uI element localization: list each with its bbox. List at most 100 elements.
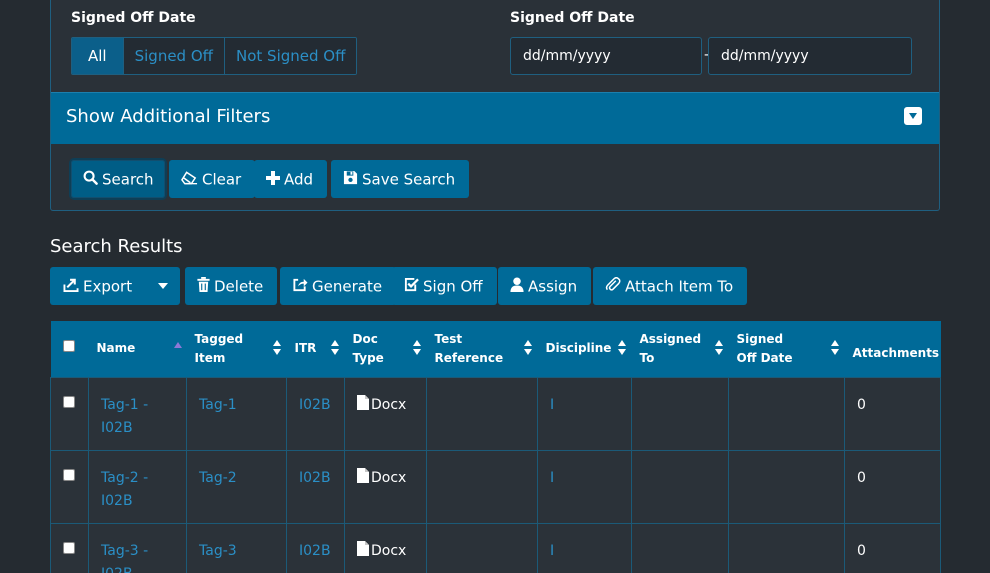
- filter-panel: Signed Off Date All Signed Off Not Signe…: [50, 0, 940, 211]
- row-checkbox[interactable]: [63, 395, 75, 408]
- row-doc-type[interactable]: Docx: [344, 522, 427, 573]
- file-icon: [357, 467, 369, 491]
- attach-item-to-button-label: Attach Item To: [625, 277, 734, 296]
- sign-off-button-label: Sign Off: [423, 277, 483, 296]
- clear-button-label: Clear: [202, 170, 242, 189]
- table-row: Tag-3 - I02B Tag-3 I02B Docx I 0: [50, 522, 941, 573]
- sort-icon: [272, 340, 282, 358]
- assign-button[interactable]: Assign: [498, 267, 592, 306]
- row-itr-link[interactable]: I02B: [286, 449, 345, 524]
- show-additional-filters-label: Show Additional Filters: [66, 106, 271, 127]
- row-signed-off-date: [728, 376, 845, 451]
- generate-button[interactable]: Generate: [280, 267, 397, 306]
- sort-icon: [330, 340, 340, 358]
- export-icon: [63, 268, 79, 306]
- sort-icon: [523, 340, 533, 358]
- table-header-row: Name Tagged Item ITR Doc Type Test Refer…: [50, 321, 941, 377]
- file-icon: [357, 540, 369, 564]
- sort-icon: [412, 340, 422, 358]
- search-results-heading: Search Results: [50, 236, 183, 257]
- export-button-label: Export: [83, 277, 133, 296]
- select-all-header[interactable]: [50, 321, 89, 377]
- signed-off-segmented-control: All Signed Off Not Signed Off: [71, 37, 358, 75]
- add-button[interactable]: Add: [254, 160, 328, 199]
- row-tagged-item-link[interactable]: Tag-1: [186, 376, 287, 451]
- search-button[interactable]: Search: [71, 160, 165, 198]
- row-tagged-item-link[interactable]: Tag-3: [186, 522, 287, 573]
- row-test-reference: [426, 449, 538, 524]
- row-doc-type[interactable]: Docx: [344, 376, 427, 451]
- signed-off-date-label: Signed Off Date: [510, 10, 635, 26]
- date-from-input[interactable]: dd/mm/yyyy: [510, 37, 702, 75]
- row-attachments: 0: [844, 522, 941, 573]
- results-table: Name Tagged Item ITR Doc Type Test Refer…: [50, 321, 941, 573]
- file-icon: [357, 394, 369, 418]
- column-header-name[interactable]: Name: [88, 321, 187, 377]
- row-itr-link[interactable]: I02B: [286, 522, 345, 573]
- row-discipline-link[interactable]: I: [537, 449, 632, 524]
- column-header-assigned-to[interactable]: Assigned To: [631, 321, 729, 377]
- column-header-tagged-item[interactable]: Tagged Item: [186, 321, 287, 377]
- eraser-icon: [181, 161, 198, 199]
- save-search-button[interactable]: Save Search: [331, 160, 470, 199]
- row-assigned-to: [631, 376, 729, 451]
- row-signed-off-date: [728, 449, 845, 524]
- row-assigned-to: [631, 522, 729, 573]
- add-button-label: Add: [284, 170, 314, 189]
- delete-button-label: Delete: [214, 277, 264, 296]
- column-header-test-reference[interactable]: Test Reference: [426, 321, 538, 377]
- sort-icon: [714, 340, 724, 358]
- row-discipline-link[interactable]: I: [537, 522, 632, 573]
- row-test-reference: [426, 522, 538, 573]
- column-header-attachments: Attachments: [844, 321, 941, 377]
- row-attachments: 0: [844, 449, 941, 524]
- column-header-discipline[interactable]: Discipline: [537, 321, 632, 377]
- user-icon: [510, 268, 524, 306]
- sign-off-button[interactable]: Sign Off: [392, 267, 497, 305]
- signed-off-filter-label: Signed Off Date: [71, 10, 196, 26]
- row-discipline-link[interactable]: I: [537, 376, 632, 451]
- row-name-link[interactable]: Tag-2 - I02B: [88, 449, 187, 524]
- table-row: Tag-2 - I02B Tag-2 I02B Docx I 0: [50, 449, 941, 524]
- row-assigned-to: [631, 449, 729, 524]
- trash-icon: [197, 268, 210, 306]
- chevron-down-icon[interactable]: [158, 283, 168, 289]
- export-button[interactable]: Export: [50, 267, 180, 305]
- sort-icon: [617, 340, 627, 358]
- row-test-reference: [426, 376, 538, 451]
- segment-all[interactable]: All: [72, 38, 124, 74]
- caret-square-down-icon[interactable]: [904, 107, 922, 125]
- row-name-link[interactable]: Tag-3 - I02B: [88, 522, 187, 573]
- row-checkbox[interactable]: [63, 541, 75, 554]
- row-doc-type[interactable]: Docx: [344, 449, 427, 524]
- share-square-icon: [292, 268, 308, 306]
- column-header-doc-type[interactable]: Doc Type: [344, 321, 427, 377]
- plus-icon: [266, 161, 280, 199]
- attach-item-to-button[interactable]: Attach Item To: [593, 267, 748, 306]
- column-header-itr[interactable]: ITR: [286, 321, 345, 377]
- sort-ascending-icon: [173, 342, 182, 348]
- paperclip-icon: [605, 268, 621, 306]
- assign-button-label: Assign: [528, 277, 578, 296]
- show-additional-filters-bar[interactable]: Show Additional Filters: [51, 92, 939, 144]
- date-to-input[interactable]: dd/mm/yyyy: [708, 37, 912, 75]
- segment-not-signed-off[interactable]: Not Signed Off: [225, 38, 357, 74]
- row-checkbox[interactable]: [63, 468, 75, 481]
- column-header-signed-off-date[interactable]: Signed Off Date: [728, 321, 845, 377]
- search-icon: [83, 161, 98, 199]
- row-itr-link[interactable]: I02B: [286, 376, 345, 451]
- row-tagged-item-link[interactable]: Tag-2: [186, 449, 287, 524]
- row-attachments: 0: [844, 376, 941, 451]
- search-button-label: Search: [102, 170, 154, 189]
- sort-icon: [830, 340, 840, 358]
- segment-signed-off[interactable]: Signed Off: [123, 38, 225, 74]
- select-all-checkbox[interactable]: [62, 340, 75, 353]
- generate-button-label: Generate: [312, 277, 383, 296]
- floppy-disk-icon: [343, 161, 358, 199]
- clear-button[interactable]: Clear: [169, 160, 256, 199]
- row-name-link[interactable]: Tag-1 - I02B: [88, 376, 187, 451]
- save-search-button-label: Save Search: [362, 170, 456, 189]
- table-row: Tag-1 - I02B Tag-1 I02B Docx I 0: [50, 376, 941, 451]
- delete-button[interactable]: Delete: [185, 267, 278, 306]
- check-square-icon: [404, 268, 419, 306]
